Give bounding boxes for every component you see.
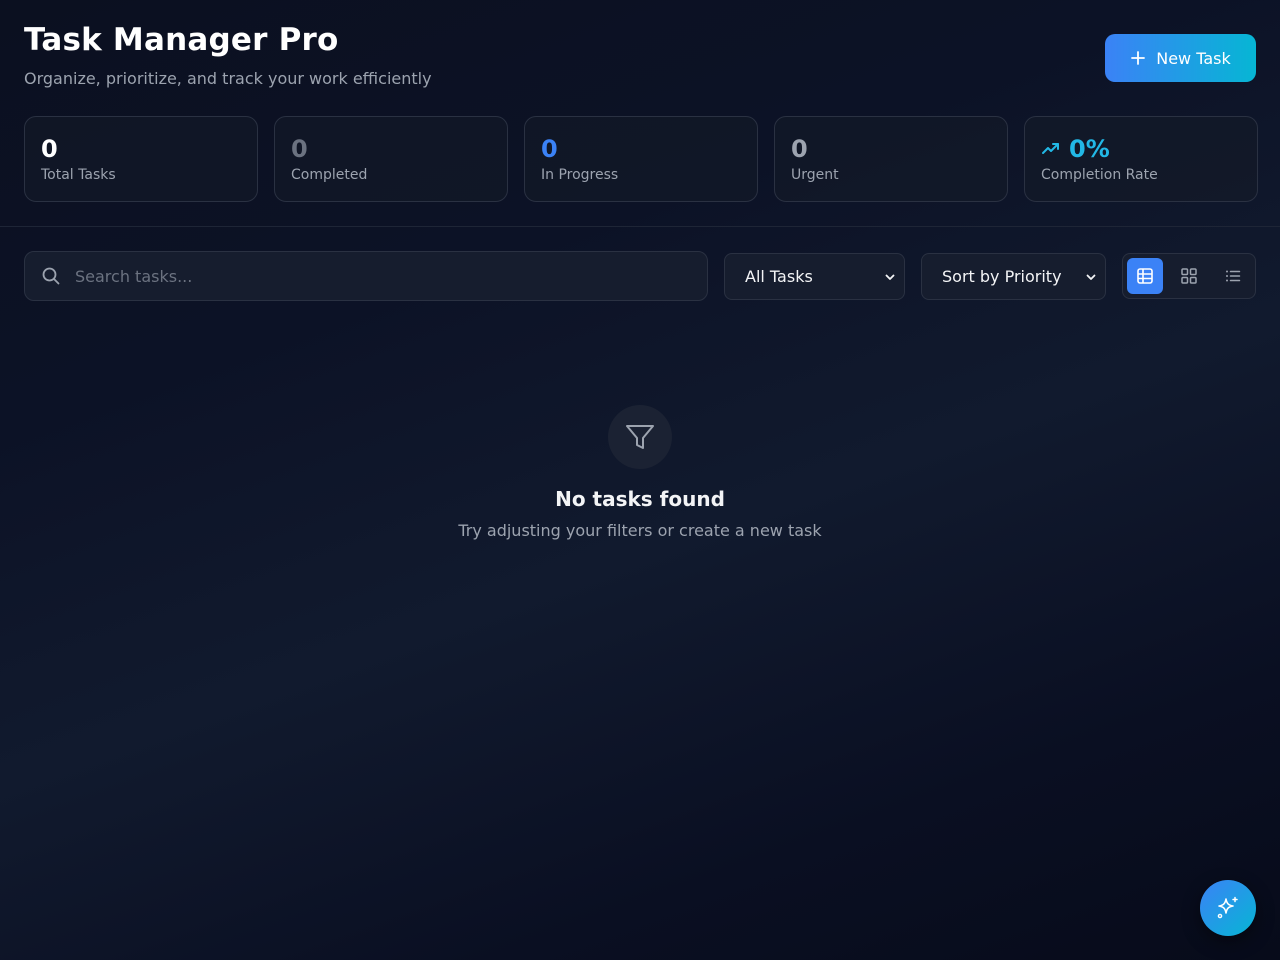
stat-label-total: Total Tasks xyxy=(41,167,116,183)
stat-completed-number: 0 xyxy=(291,135,308,163)
empty-state-icon-wrap xyxy=(608,405,672,469)
empty-state: No tasks found Try adjusting your filter… xyxy=(0,405,1280,540)
new-task-button[interactable]: New Task xyxy=(1105,34,1256,82)
trending-up-icon xyxy=(1042,143,1059,154)
empty-state-subtitle: Try adjusting your filters or create a n… xyxy=(458,521,822,540)
search-icon xyxy=(42,267,60,285)
stat-label-urgent: Urgent xyxy=(791,167,839,183)
app-header: Task Manager Pro Organize, prioritize, a… xyxy=(0,0,1280,227)
stat-card-urgent: 0 Urgent xyxy=(774,116,1008,202)
stat-card-completed: 0 Completed xyxy=(274,116,508,202)
page-subtitle: Organize, prioritize, and track your wor… xyxy=(24,69,432,88)
page-title: Task Manager Pro xyxy=(24,22,339,58)
filter-icon xyxy=(626,425,654,449)
stat-label-completion-rate: Completion Rate xyxy=(1041,167,1158,183)
stat-value-completion-rate: 0% xyxy=(1041,133,1241,165)
search-box xyxy=(24,251,708,301)
grid-view-icon xyxy=(1181,268,1197,284)
view-toggle xyxy=(1122,253,1256,299)
chevron-down-icon xyxy=(885,274,895,280)
stat-label-in-progress: In Progress xyxy=(541,167,619,183)
stat-completion-rate-number: 0% xyxy=(1069,135,1110,163)
stat-in-progress-number: 0 xyxy=(541,135,558,163)
grid-view-button[interactable] xyxy=(1171,258,1207,294)
new-task-label: New Task xyxy=(1156,48,1231,68)
stat-value-total: 0 xyxy=(41,133,241,165)
list-view-icon xyxy=(1226,270,1241,282)
stat-total-number: 0 xyxy=(41,135,58,163)
stat-card-completion-rate: 0% Completion Rate xyxy=(1024,116,1258,202)
plus-icon xyxy=(1131,51,1146,65)
search-input[interactable] xyxy=(75,266,675,286)
stats-row: 0 Total Tasks 0 Completed 0 In Progress … xyxy=(24,116,1258,202)
ai-assistant-button[interactable] xyxy=(1200,880,1256,936)
table-view-button[interactable] xyxy=(1127,258,1163,294)
stat-value-in-progress: 0 xyxy=(541,133,741,165)
table-view-icon xyxy=(1137,268,1153,284)
stat-value-urgent: 0 xyxy=(791,133,991,165)
filter-select-value: All Tasks xyxy=(745,267,813,286)
sparkles-icon xyxy=(1217,896,1238,919)
stat-card-in-progress: 0 In Progress xyxy=(524,116,758,202)
empty-state-title: No tasks found xyxy=(555,487,725,511)
chevron-down-icon xyxy=(1086,274,1096,280)
filter-select[interactable]: All Tasks xyxy=(724,253,905,300)
list-view-button[interactable] xyxy=(1215,258,1251,294)
sort-select[interactable]: Sort by Priority xyxy=(921,253,1106,300)
stat-card-total: 0 Total Tasks xyxy=(24,116,258,202)
sort-select-value: Sort by Priority xyxy=(942,267,1062,286)
stat-urgent-number: 0 xyxy=(791,135,808,163)
stat-value-completed: 0 xyxy=(291,133,491,165)
stat-label-completed: Completed xyxy=(291,167,368,183)
